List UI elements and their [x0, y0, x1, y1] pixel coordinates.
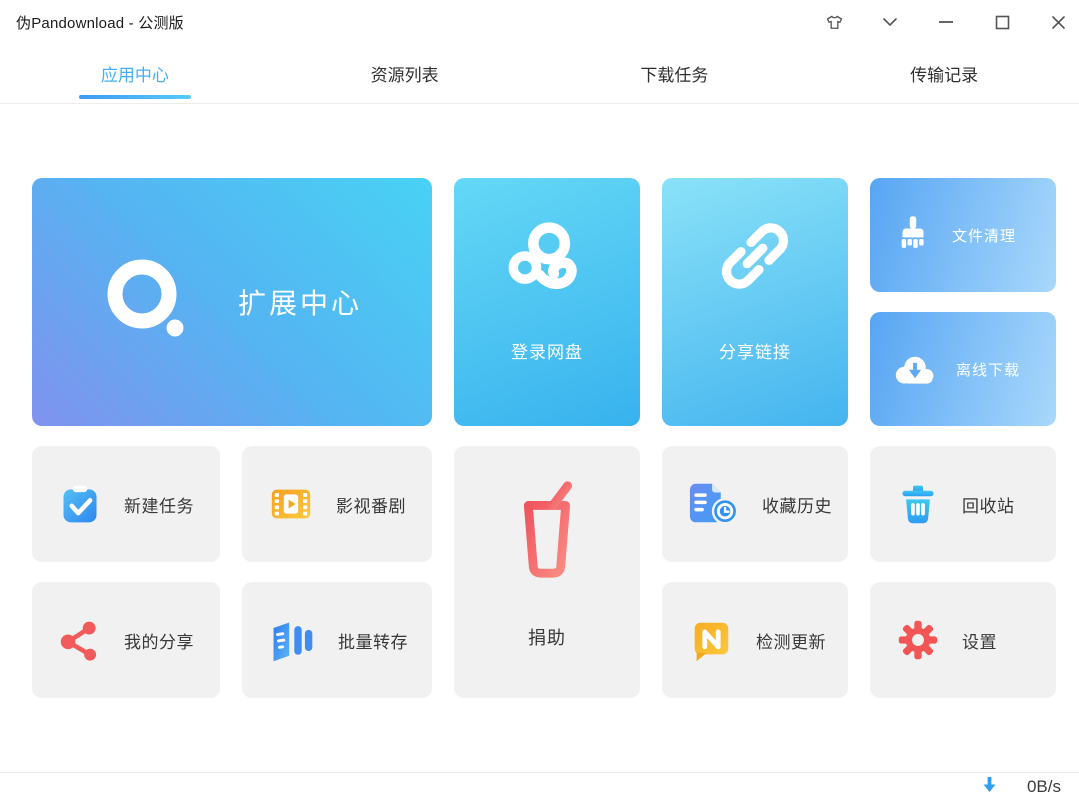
book-bars-icon	[268, 618, 316, 662]
chain-link-icon	[716, 216, 794, 296]
tile-share-link[interactable]: 分享链接	[662, 178, 848, 426]
tile-check-update[interactable]: 检测更新	[662, 582, 848, 698]
tab-bar: 应用中心 资源列表 下载任务 传输记录	[0, 44, 1079, 104]
tile-recycle-bin[interactable]: 回收站	[870, 446, 1056, 562]
minimize-icon	[938, 20, 954, 24]
tile-donate[interactable]: 捐助	[454, 446, 640, 698]
tile-label: 登录网盘	[511, 343, 583, 362]
tile-label: 扩展中心	[237, 288, 362, 319]
tile-new-task[interactable]: 新建任务	[32, 446, 220, 562]
tile-label: 检测更新	[756, 632, 826, 652]
close-button[interactable]	[1047, 11, 1069, 33]
n-badge-icon	[688, 617, 734, 663]
tile-login-pan[interactable]: 登录网盘	[454, 178, 640, 426]
tab-app-center[interactable]: 应用中心	[0, 44, 270, 103]
tile-label: 文件清理	[952, 227, 1017, 245]
maximize-button[interactable]	[991, 11, 1013, 33]
tile-video-series[interactable]: 影视番剧	[242, 446, 432, 562]
theme-button[interactable]	[823, 11, 845, 33]
active-tab-underline	[78, 95, 191, 99]
clipboard-check-icon	[58, 482, 102, 526]
tab-download-tasks[interactable]: 下载任务	[540, 44, 810, 103]
tab-label: 应用中心	[100, 66, 169, 85]
collapse-button[interactable]	[879, 11, 901, 33]
status-bar: 0B/s	[0, 772, 1079, 800]
minimize-button[interactable]	[935, 11, 957, 33]
window-controls	[789, 11, 1069, 33]
tile-my-shares[interactable]: 我的分享	[32, 582, 220, 698]
tab-transfer-history[interactable]: 传输记录	[809, 44, 1079, 103]
app-center-grid: 扩展中心 登录网盘 分享链接 文件清理 离线下载 新建任务 影视番剧 捐助 收藏…	[32, 178, 1058, 698]
window-title: 伪Pandownload - 公测版	[16, 14, 184, 32]
tab-label: 下载任务	[640, 66, 709, 85]
share-nodes-icon	[58, 618, 102, 662]
tile-label: 收藏历史	[762, 496, 832, 516]
tile-settings[interactable]: 设置	[870, 582, 1056, 698]
document-clock-icon	[688, 481, 740, 527]
tile-label: 回收站	[962, 496, 1015, 516]
cloud-download-icon	[892, 351, 938, 387]
shirt-icon	[824, 14, 845, 31]
tile-label: 分享链接	[719, 343, 791, 362]
tile-label: 新建任务	[124, 496, 194, 516]
tab-label: 资源列表	[370, 66, 439, 85]
tile-label: 批量转存	[338, 632, 408, 652]
tile-label: 捐助	[528, 628, 566, 648]
tile-offline-download[interactable]: 离线下载	[870, 312, 1056, 426]
maximize-icon	[995, 15, 1010, 30]
tile-extension-center[interactable]: 扩展中心	[32, 178, 432, 426]
gear-icon	[896, 618, 940, 662]
chevron-down-icon	[881, 16, 899, 28]
drink-cup-icon	[499, 474, 595, 584]
close-icon	[1051, 15, 1066, 30]
download-speed-icon	[982, 776, 997, 798]
tab-label: 传输记录	[910, 66, 979, 85]
tile-label: 设置	[962, 632, 997, 652]
download-speed-value: 0B/s	[1026, 776, 1061, 796]
tile-file-cleanup[interactable]: 文件清理	[870, 178, 1056, 292]
title-bar: 伪Pandownload - 公测版	[0, 0, 1079, 44]
tab-resource-list[interactable]: 资源列表	[270, 44, 540, 103]
tile-label: 影视番剧	[336, 496, 406, 516]
tile-favorites-history[interactable]: 收藏历史	[662, 446, 848, 562]
tile-batch-transfer[interactable]: 批量转存	[242, 582, 432, 698]
film-play-icon	[268, 481, 314, 527]
ring-logo-icon	[102, 256, 194, 348]
trash-icon	[896, 482, 940, 526]
broom-icon	[892, 214, 934, 256]
tile-label: 离线下载	[956, 361, 1021, 379]
baidu-cloud-icon	[504, 216, 590, 296]
tile-label: 我的分享	[124, 632, 194, 652]
